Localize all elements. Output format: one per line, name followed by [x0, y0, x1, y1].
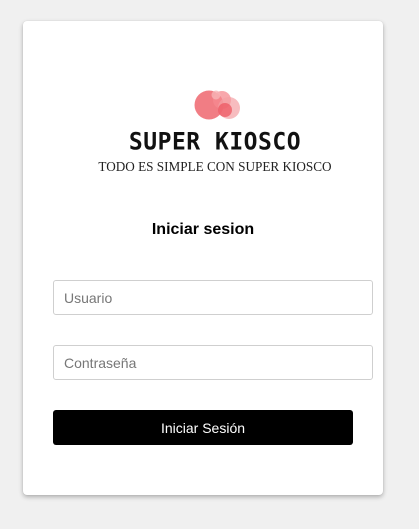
login-card: SUPER KIOSCO TODO ES SIMPLE CON SUPER KI… [23, 21, 383, 495]
brand-tagline: TODO ES SIMPLE CON SUPER KIOSCO [98, 159, 332, 174]
brand-name: SUPER KIOSCO [128, 128, 302, 156]
bubbles-logo-icon [194, 90, 240, 120]
login-button[interactable]: Iniciar Sesión [53, 410, 353, 445]
username-input[interactable] [53, 280, 373, 315]
page-title: Iniciar sesion [151, 221, 255, 238]
password-input[interactable] [53, 345, 373, 380]
brand-logo: SUPER KIOSCO TODO ES SIMPLE CON SUPER KI… [89, 85, 341, 179]
